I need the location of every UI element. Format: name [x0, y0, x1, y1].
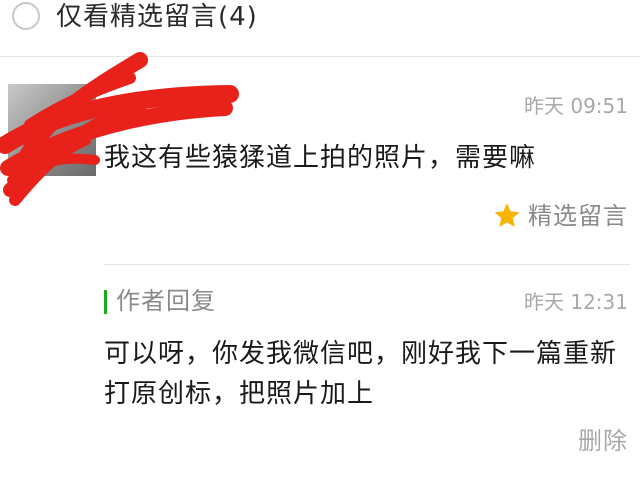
featured-filter-radio[interactable] — [12, 2, 40, 30]
author-reply-label: 作者回复 — [116, 287, 216, 315]
star-icon — [494, 203, 520, 227]
comment-timestamp: 昨天 09:51 — [524, 94, 628, 118]
featured-badge: 精选留言 — [492, 198, 628, 234]
divider — [104, 264, 630, 265]
delete-button[interactable]: 删除 — [578, 424, 628, 458]
reply-timestamp: 昨天 12:31 — [524, 290, 628, 314]
comment-text: 我这有些猿猱道上拍的照片，需要嘛 — [104, 143, 537, 173]
reply-accent-bar — [104, 290, 107, 314]
featured-label: 精选留言 — [528, 202, 628, 230]
reply-text: 可以呀，你发我微信吧，刚好我下一篇重新打原创标，把照片加上 — [104, 339, 618, 409]
commenter-avatar[interactable] — [8, 84, 96, 176]
featured-filter-row[interactable]: 仅看精选留言(4) — [0, 0, 640, 44]
divider — [0, 56, 640, 57]
featured-filter-label[interactable]: 仅看精选留言(4) — [56, 0, 258, 34]
